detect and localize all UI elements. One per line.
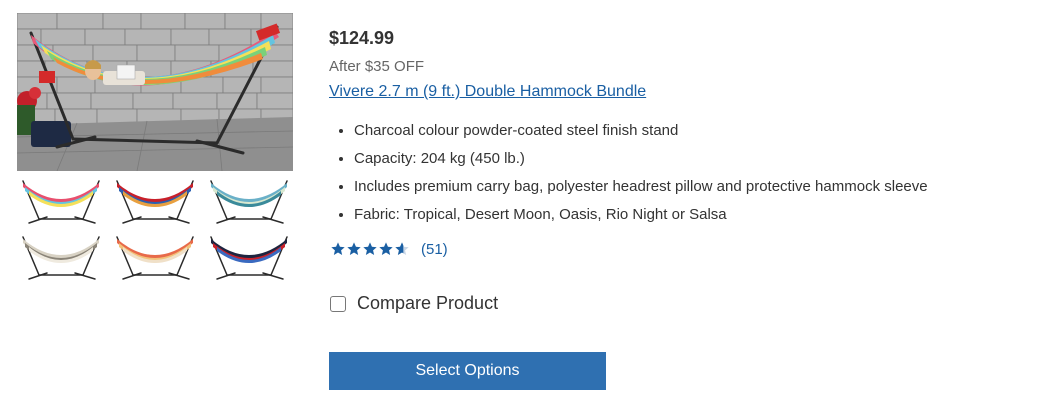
rating-stars bbox=[330, 241, 410, 257]
product-main-image[interactable] bbox=[17, 13, 293, 171]
feature-item: Fabric: Tropical, Desert Moon, Oasis, Ri… bbox=[354, 201, 928, 229]
star-full-icon bbox=[379, 242, 393, 255]
feature-item: Includes premium carry bag, polyester he… bbox=[354, 173, 928, 201]
product-title-link[interactable]: Vivere 2.7 m (9 ft.) Double Hammock Bund… bbox=[329, 83, 646, 101]
product-price: $124.99 bbox=[329, 28, 395, 48]
feature-item: Capacity: 204 kg (450 lb.) bbox=[354, 145, 928, 173]
thumbnail-grey-stripe[interactable] bbox=[17, 231, 105, 283]
feature-item: Charcoal colour powder-coated steel fini… bbox=[354, 117, 928, 145]
thumbnail-tropical[interactable] bbox=[17, 175, 105, 227]
compare-product-toggle[interactable]: Compare Product bbox=[330, 293, 498, 314]
thumbnail-orange-stripe[interactable] bbox=[111, 231, 199, 283]
thumbnail-gallery bbox=[17, 175, 293, 283]
compare-label: Compare Product bbox=[357, 293, 499, 313]
star-full-icon bbox=[363, 242, 377, 255]
select-options-button[interactable]: Select Options bbox=[329, 352, 606, 390]
star-full-icon bbox=[347, 242, 361, 255]
thumbnail-blue-stripe[interactable] bbox=[205, 175, 293, 227]
star-full-icon bbox=[331, 242, 345, 255]
product-rating[interactable]: (51) bbox=[330, 239, 448, 259]
discount-note: After $35 OFF bbox=[329, 58, 425, 75]
review-count-link[interactable]: (51) bbox=[421, 241, 448, 258]
compare-checkbox[interactable] bbox=[330, 295, 346, 312]
thumbnail-red-stripe[interactable] bbox=[111, 175, 199, 227]
star-half-icon bbox=[395, 242, 409, 255]
feature-list: Charcoal colour powder-coated steel fini… bbox=[334, 117, 928, 229]
thumbnail-navy-stripe[interactable] bbox=[205, 231, 293, 283]
